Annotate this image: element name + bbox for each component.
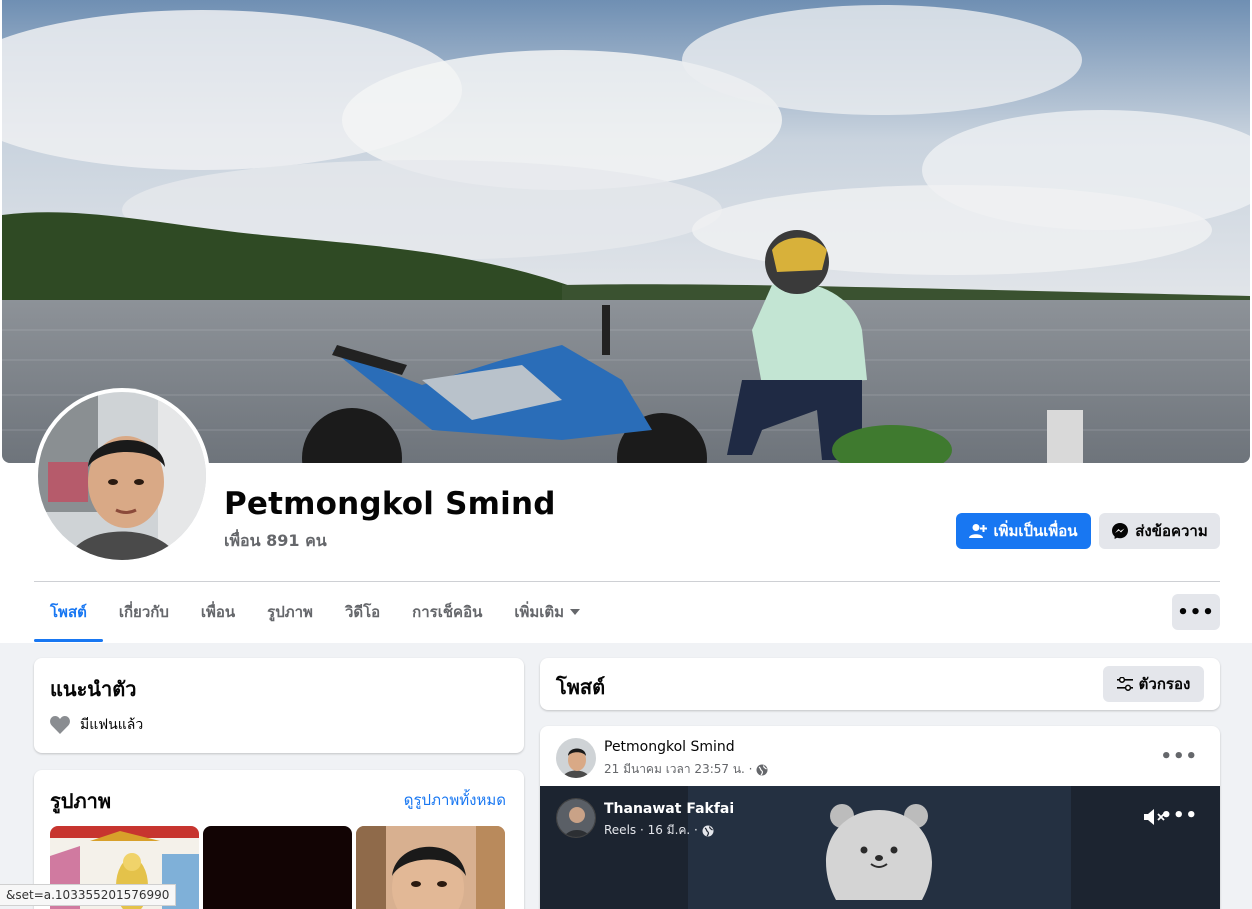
post-author-name[interactable]: Petmongkol Smind <box>604 739 735 755</box>
posts-header-card: โพสต์ ตัวกรอง <box>540 658 1220 710</box>
post-timestamp[interactable]: 21 มีนาคม เวลา 23:57 น. · <box>604 760 752 779</box>
tab-checkins[interactable]: การเช็คอิน <box>396 582 498 642</box>
photo-thumbnail[interactable] <box>203 826 352 909</box>
messenger-icon <box>1112 523 1129 539</box>
reel-meta: Reels · 16 มี.ค. · <box>604 821 714 840</box>
photos-title: รูปภาพ <box>50 789 112 813</box>
friend-count[interactable]: เพื่อน 891 คน <box>224 529 327 554</box>
send-message-button[interactable]: ส่งข้อความ <box>1099 513 1220 549</box>
reel-author-name[interactable]: Thanawat Fakfai <box>604 801 734 817</box>
see-all-photos-link[interactable]: ดูรูปภาพทั้งหมด <box>404 788 506 812</box>
intro-title: แนะนำตัว <box>50 677 137 701</box>
reel-bear-sticker <box>824 800 934 904</box>
send-message-label: ส่งข้อความ <box>1135 522 1208 540</box>
post-options-button[interactable]: ••• <box>1160 746 1198 767</box>
photo-thumbnail[interactable] <box>356 826 505 909</box>
tab-about[interactable]: เกี่ยวกับ <box>103 582 185 642</box>
cover-photo[interactable] <box>2 0 1250 463</box>
browser-status-bar: &set=a.103355201576990 <box>0 884 177 906</box>
filter-button[interactable]: ตัวกรอง <box>1103 666 1204 702</box>
intro-card: แนะนำตัว มีแฟนแล้ว <box>34 658 524 753</box>
tab-label: วิดีโอ <box>344 603 381 621</box>
tab-label: เกี่ยวกับ <box>118 603 169 621</box>
reel-author-avatar[interactable] <box>556 798 596 838</box>
reel-timestamp[interactable]: Reels · 16 มี.ค. · <box>604 821 698 840</box>
filter-label: ตัวกรอง <box>1138 675 1191 693</box>
tab-photos[interactable]: รูปภาพ <box>251 582 329 642</box>
post-author-avatar[interactable] <box>556 738 596 778</box>
post-card: Petmongkol Smind 21 มีนาคม เวลา 23:57 น.… <box>540 726 1220 909</box>
heart-icon <box>50 716 70 734</box>
tab-more[interactable]: เพิ่มเติม <box>498 582 596 642</box>
tab-label: เพิ่มเติม <box>514 603 565 621</box>
posts-title: โพสต์ <box>556 675 606 699</box>
tab-videos[interactable]: วิดีโอ <box>329 582 396 642</box>
tab-friends[interactable]: เพื่อน <box>185 582 251 642</box>
profile-tabs: โพสต์ เกี่ยวกับ เพื่อน รูปภาพ วิดีโอ การ… <box>34 582 596 642</box>
globe-icon <box>756 764 768 775</box>
profile-avatar[interactable] <box>34 388 210 564</box>
filter-icon <box>1116 677 1133 691</box>
relationship-label: มีแฟนแล้ว <box>80 717 144 733</box>
profile-name: Petmongkol Smind <box>224 486 556 522</box>
profile-header: Petmongkol Smind เพื่อน 891 คน เพิ่มเป็น… <box>0 0 1252 643</box>
add-friend-button[interactable]: เพิ่มเป็นเพื่อน <box>956 513 1091 549</box>
more-dots-icon: ••• <box>1177 601 1215 623</box>
add-friend-label: เพิ่มเป็นเพื่อน <box>993 522 1078 540</box>
tab-label: โพสต์ <box>50 603 87 621</box>
tab-label: เพื่อน <box>200 603 236 621</box>
globe-icon <box>702 825 714 836</box>
add-friend-icon <box>969 524 988 538</box>
post-meta: 21 มีนาคม เวลา 23:57 น. · <box>604 760 768 779</box>
tab-posts[interactable]: โพสต์ <box>34 582 103 642</box>
relationship-status: มีแฟนแล้ว <box>50 714 143 736</box>
shared-reel[interactable]: Thanawat Fakfai Reels · 16 มี.ค. · ••• <box>540 786 1220 909</box>
tab-label: การเช็คอิน <box>412 603 483 621</box>
profile-more-button[interactable]: ••• <box>1172 594 1220 630</box>
reel-options-button[interactable]: ••• <box>1160 805 1198 826</box>
caret-down-icon <box>570 609 581 615</box>
tab-label: รูปภาพ <box>267 603 313 621</box>
